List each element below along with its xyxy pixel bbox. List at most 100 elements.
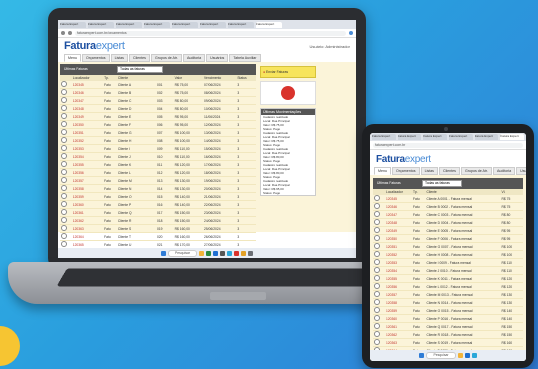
tablet-browser-tab[interactable]: Fatura Expert — [474, 134, 499, 140]
tablet-browser-tab[interactable]: Fatura Expert — [500, 134, 525, 140]
row-select[interactable] — [60, 144, 72, 153]
nav-tab[interactable]: Tabela Auxiliar — [229, 54, 261, 62]
url-input[interactable]: faturaexpert.com.br/orcamentos — [75, 30, 346, 36]
invoice-link[interactable]: 120361 — [71, 208, 104, 217]
tablet-row-select[interactable] — [373, 218, 385, 227]
tablet-invoice-link[interactable]: 120351 — [385, 242, 412, 251]
nav-tab[interactable]: Auditoria — [182, 54, 206, 62]
tablet-nav-tab[interactable]: Orçamentos — [392, 167, 420, 175]
tablet-explorer-icon[interactable] — [457, 353, 463, 358]
radio-icon[interactable] — [61, 137, 67, 143]
tablet-table-row[interactable]: 120349 Fatu Cliente E 0005 - Fatura mensal… — [373, 226, 523, 235]
tablet-invoice-link[interactable]: 120357 — [385, 290, 412, 299]
invoice-link[interactable]: 120364 — [71, 232, 104, 241]
table-row[interactable]: 120359 Fatu Cliente O 015 R$ 140,00 21/06/202… — [60, 192, 256, 201]
row-select[interactable] — [60, 192, 72, 201]
tablet-invoice-link[interactable]: 120359 — [385, 306, 412, 315]
table-row[interactable]: 120352 Fatu Cliente H 008 R$ 100,00 14/06/202… — [60, 136, 256, 145]
taskbar-search[interactable]: Pesquisar — [167, 249, 198, 257]
row-select[interactable] — [60, 96, 72, 105]
table-row[interactable]: 120351 Fatu Cliente G 007 R$ 100,00 13/06/202… — [60, 128, 256, 137]
radio-icon[interactable] — [374, 299, 380, 305]
invoice-link[interactable]: 120363 — [71, 224, 104, 233]
row-select[interactable] — [60, 152, 72, 161]
invoice-link[interactable]: 120359 — [71, 192, 104, 201]
radio-icon[interactable] — [61, 105, 67, 111]
table-row[interactable]: 120361 Fatu Cliente Q 017 R$ 150,00 23/06/202… — [60, 208, 256, 217]
browser-tab[interactable]: Fatura Expert — [60, 21, 86, 28]
radio-icon[interactable] — [61, 217, 67, 223]
tablet-invoice-link[interactable]: 120363 — [385, 338, 412, 347]
explorer-icon[interactable] — [199, 250, 205, 256]
row-select[interactable] — [60, 88, 72, 97]
row-select[interactable] — [60, 81, 72, 89]
radio-icon[interactable] — [374, 251, 380, 257]
tablet-invoice-link[interactable]: 120358 — [385, 298, 412, 307]
reload-icon[interactable] — [68, 31, 72, 35]
table-row[interactable]: 120345 Fatu Cliente A 001 R$ 75,00 07/06/2024… — [60, 81, 256, 89]
radio-icon[interactable] — [61, 185, 67, 191]
tablet-table-row[interactable]: 120361 Fatu Cliente Q 0017 - Fatura mensal… — [373, 322, 523, 331]
tablet-row-select[interactable] — [373, 202, 385, 211]
tablet-table-row[interactable]: 120345 Fatu Cliente A 0001 - Fatura mensal… — [373, 195, 523, 203]
tablet-url-input[interactable]: faturaexpert.com.br — [373, 142, 523, 148]
tablet-row-select[interactable] — [373, 266, 385, 275]
radio-icon[interactable] — [374, 267, 380, 273]
row-select[interactable] — [60, 184, 72, 193]
invoice-link[interactable]: 120354 — [71, 152, 104, 161]
tablet-table-row[interactable]: 120362 Fatu Cliente R 0018 - Fatura mensal… — [373, 330, 523, 339]
tablet-table-row[interactable]: 120350 Fatu Cliente F 0006 - Fatura mensal… — [373, 234, 523, 243]
radio-icon[interactable] — [61, 129, 67, 135]
tablet-invoice-link[interactable]: 120352 — [385, 250, 412, 259]
row-select[interactable] — [60, 160, 72, 169]
row-select[interactable] — [60, 200, 72, 209]
row-select[interactable] — [60, 232, 72, 241]
tablet-app-logo[interactable]: Faturaexpert — [376, 154, 431, 165]
table-row[interactable]: 120356 Fatu Cliente L 012 R$ 120,00 18/06/202… — [60, 168, 256, 177]
row-select[interactable] — [60, 208, 72, 217]
tablet-row-select[interactable] — [373, 306, 385, 315]
table-row[interactable]: 120362 Fatu Cliente R 018 R$ 150,00 24/06/202… — [60, 216, 256, 225]
tablet-table-row[interactable]: 120353 Fatu Cliente I 0009 - Fatura mensal… — [373, 258, 523, 267]
edge-icon[interactable] — [227, 250, 233, 256]
filter-select[interactable]: Todas as faturas — [117, 66, 163, 73]
row-select[interactable] — [60, 168, 72, 177]
radio-icon[interactable] — [374, 235, 380, 241]
row-select[interactable] — [60, 104, 72, 113]
browser-tab[interactable]: Fatura Expert — [144, 21, 170, 28]
radio-icon[interactable] — [374, 315, 380, 321]
radio-icon[interactable] — [61, 121, 67, 127]
tablet-invoice-link[interactable]: 120346 — [385, 202, 412, 211]
nav-tab[interactable]: Grupos de Atr. — [150, 54, 182, 62]
radio-icon[interactable] — [61, 161, 67, 167]
tablet-table-row[interactable]: 120357 Fatu Cliente M 0013 - Fatura mensal… — [373, 290, 523, 299]
tablet-nav-tab[interactable]: Menu — [374, 167, 391, 175]
row-select[interactable] — [60, 136, 72, 145]
tablet-browser-tab[interactable]: Fatura Expert — [449, 134, 473, 140]
table-row[interactable]: 120346 Fatu Cliente B 002 R$ 75,00 08/06/2024… — [60, 88, 256, 97]
radio-icon[interactable] — [61, 233, 67, 239]
tablet-invoice-link[interactable]: 120345 — [385, 195, 412, 203]
tablet-table-row[interactable]: 120346 Fatu Cliente B 0002 - Fatura mensal… — [373, 202, 523, 211]
radio-icon[interactable] — [61, 201, 67, 207]
tablet-browser-icon[interactable] — [471, 353, 477, 358]
radio-icon[interactable] — [61, 193, 67, 199]
tablet-row-select[interactable] — [373, 234, 385, 243]
table-row[interactable]: 120348 Fatu Cliente D 004 R$ 80,00 10/06/2024… — [60, 104, 256, 113]
tablet-nav-tab[interactable]: Listas — [420, 167, 438, 175]
radio-icon[interactable] — [374, 203, 380, 209]
radio-icon[interactable] — [61, 113, 67, 119]
radio-icon[interactable] — [61, 81, 67, 87]
radio-icon[interactable] — [61, 89, 67, 95]
invoice-link[interactable]: 120352 — [71, 136, 104, 145]
tablet-browser-tab[interactable]: Fatura Expert — [397, 134, 422, 140]
tablet-nav-tab[interactable]: Auditoria — [492, 167, 516, 175]
tablet-row-select[interactable] — [373, 338, 385, 347]
tablet-taskbar-search[interactable]: Pesquisar — [426, 352, 456, 359]
table-row[interactable]: 120355 Fatu Cliente K 011 R$ 120,00 17/06/202… — [60, 160, 256, 169]
tablet-invoice-link[interactable]: 120356 — [385, 282, 412, 291]
radio-icon[interactable] — [374, 219, 380, 225]
radio-icon[interactable] — [374, 307, 380, 313]
nav-tab[interactable]: Listas — [110, 54, 128, 62]
table-row[interactable]: 120360 Fatu Cliente P 016 R$ 140,00 22/06/202… — [60, 200, 256, 209]
